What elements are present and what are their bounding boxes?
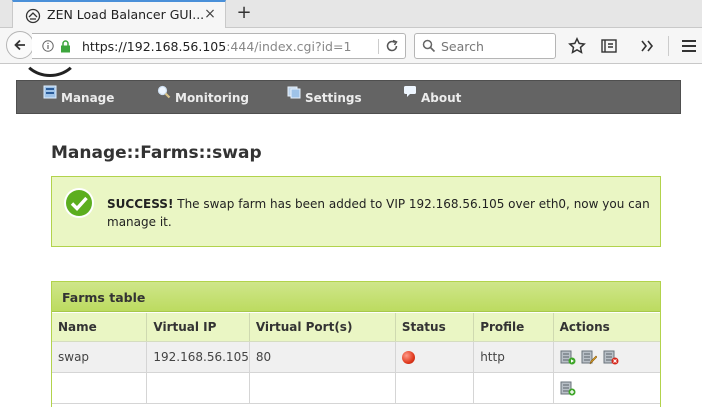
success-message: The swap farm has been added to VIP 192.… bbox=[107, 197, 650, 229]
success-text: SUCCESS! The swap farm has been added to… bbox=[107, 195, 652, 231]
close-tab-icon[interactable]: × bbox=[203, 6, 217, 22]
reload-icon[interactable] bbox=[384, 38, 400, 54]
new-tab-button[interactable]: + bbox=[232, 3, 256, 25]
column-header-actions: Actions bbox=[553, 313, 660, 342]
search-input[interactable] bbox=[441, 37, 551, 55]
empty-cell bbox=[146, 372, 250, 404]
column-header-profile: Profile bbox=[473, 313, 554, 342]
bookmark-star-icon[interactable] bbox=[568, 37, 586, 55]
farms-table-title: Farms table bbox=[62, 290, 146, 305]
zen-logo bbox=[20, 65, 80, 77]
url-separator bbox=[378, 39, 379, 54]
search-icon bbox=[422, 39, 436, 53]
checkmark-icon bbox=[64, 188, 94, 218]
speech-bubble-icon bbox=[404, 86, 416, 97]
farm-name-cell: swap bbox=[52, 341, 148, 373]
page-content: Manage Monitoring Settings About Manage:… bbox=[0, 65, 702, 407]
add-farm-cell bbox=[553, 372, 660, 404]
farms-table-panel: Farms table Name Virtual IP Virtual Port… bbox=[51, 281, 661, 407]
empty-cell bbox=[395, 372, 475, 404]
tab-title: ZEN Load Balancer GUI... bbox=[47, 7, 205, 22]
start-farm-icon[interactable] bbox=[560, 349, 576, 365]
farm-port-cell: 80 bbox=[249, 341, 396, 373]
column-header-virtual-ports: Virtual Port(s) bbox=[249, 313, 396, 342]
url-bar[interactable]: https://192.168.56.105:444/index.cgi?id=… bbox=[32, 33, 406, 59]
success-message-box: SUCCESS! The swap farm has been added to… bbox=[51, 176, 661, 247]
column-header-name: Name bbox=[52, 313, 148, 342]
farms-table-header: Farms table bbox=[52, 282, 660, 312]
farm-vip-cell: 192.168.56.105 bbox=[146, 341, 250, 373]
column-header-status: Status bbox=[395, 313, 475, 342]
url-text[interactable]: https://192.168.56.105:444/index.cgi?id=… bbox=[82, 39, 352, 54]
column-header-virtual-ip: Virtual IP bbox=[146, 313, 250, 342]
arrow-left-icon bbox=[14, 39, 25, 51]
menu-label-monitoring: Monitoring bbox=[175, 91, 249, 105]
page-title: Manage::Farms::swap bbox=[51, 143, 262, 163]
table-row-add bbox=[52, 372, 660, 404]
success-strong: SUCCESS! bbox=[107, 197, 174, 211]
reading-list-icon[interactable] bbox=[600, 37, 618, 55]
url-path: :444/index.cgi?id=1-2 bbox=[226, 39, 352, 54]
settings-icon bbox=[287, 86, 301, 99]
lock-icon bbox=[61, 40, 70, 53]
farm-status-cell bbox=[395, 341, 475, 373]
empty-cell bbox=[249, 372, 396, 404]
browser-tab-strip: ZEN Load Balancer GUI... × + bbox=[0, 0, 702, 28]
info-icon[interactable] bbox=[42, 40, 54, 52]
zen-favicon-icon bbox=[25, 8, 41, 24]
status-down-icon bbox=[401, 350, 415, 364]
browser-tab[interactable]: ZEN Load Balancer GUI... × bbox=[12, 0, 226, 28]
table-row: swap 192.168.56.105 80 http bbox=[52, 341, 660, 373]
menu-label-manage: Manage bbox=[61, 91, 115, 105]
toolbar-divider bbox=[668, 36, 669, 56]
farms-table: Name Virtual IP Virtual Port(s) Status P… bbox=[52, 313, 660, 404]
search-bar[interactable] bbox=[414, 33, 556, 59]
magnifier-icon bbox=[157, 85, 171, 99]
empty-cell bbox=[52, 372, 148, 404]
hamburger-menu-icon[interactable] bbox=[680, 37, 698, 55]
farm-profile-cell: http bbox=[473, 341, 554, 373]
empty-cell bbox=[473, 372, 554, 404]
manage-icon bbox=[43, 85, 57, 99]
menu-label-about: About bbox=[421, 91, 462, 105]
url-host: https://192.168.56.105 bbox=[82, 39, 227, 54]
main-menu-bar: Manage Monitoring Settings About bbox=[16, 80, 681, 114]
back-button[interactable] bbox=[6, 31, 34, 59]
browser-nav-bar: https://192.168.56.105:444/index.cgi?id=… bbox=[0, 28, 702, 64]
edit-farm-icon[interactable] bbox=[581, 349, 598, 365]
table-header-row: Name Virtual IP Virtual Port(s) Status P… bbox=[52, 313, 660, 342]
add-farm-icon[interactable] bbox=[560, 380, 576, 396]
overflow-chevron-icon[interactable] bbox=[638, 37, 656, 55]
farm-actions-cell bbox=[553, 341, 660, 373]
menu-label-settings: Settings bbox=[305, 91, 362, 105]
delete-farm-icon[interactable] bbox=[603, 349, 619, 365]
